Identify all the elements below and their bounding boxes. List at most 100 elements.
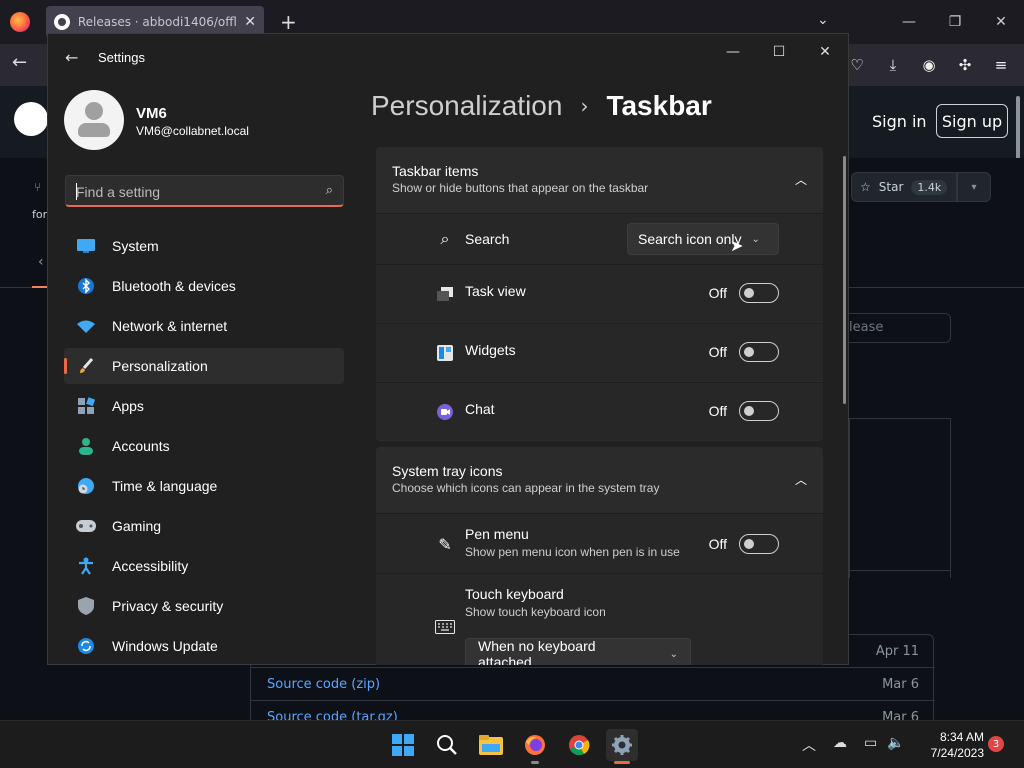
keyboard-icon [434, 616, 456, 638]
sign-in-link[interactable]: Sign in [872, 112, 927, 131]
firefox-taskbar-icon[interactable] [519, 729, 551, 761]
firefox-icon[interactable] [10, 12, 30, 32]
sidebar-item-label: Privacy & security [112, 598, 224, 614]
list-tabs-icon[interactable]: ⌄ [817, 12, 829, 28]
asset-link[interactable]: Source code (zip) [267, 677, 380, 692]
person-icon [76, 436, 96, 456]
breadcrumb-separator: › [580, 94, 589, 118]
avatar[interactable] [64, 90, 124, 150]
github-logo-icon[interactable] [14, 102, 48, 136]
close-icon[interactable]: ✕ [978, 0, 1024, 44]
pen-menu-toggle[interactable] [739, 534, 779, 554]
windows-taskbar: ︿ ☁ ▭ 🔈 8:34 AM 7/24/2023 3 [0, 720, 1024, 768]
card-title: System tray icons [392, 463, 503, 479]
asset-date: Apr 11 [875, 643, 919, 659]
shield-icon [76, 596, 96, 616]
chrome-icon[interactable] [563, 729, 595, 761]
mouse-cursor-icon: ➤ [730, 236, 744, 255]
chevron-up-icon[interactable]: ︿ [802, 735, 816, 755]
toggle-state: Off [708, 536, 727, 552]
chevron-up-icon[interactable]: ︿ [795, 171, 807, 188]
sidebar-item-bluetooth[interactable]: Bluetooth & devices [64, 268, 344, 304]
release-panel [849, 418, 951, 578]
settings-search-box[interactable]: ⌕ [65, 175, 344, 207]
chat-toggle[interactable] [739, 401, 779, 421]
widgets-toggle[interactable] [739, 342, 779, 362]
clock-date: 7/24/2023 [930, 746, 984, 760]
star-icon: ☆ [860, 180, 871, 194]
file-explorer-icon[interactable] [475, 729, 507, 761]
start-icon[interactable] [387, 729, 419, 761]
download-icon[interactable]: ⤓ [882, 54, 904, 76]
apps-icon [76, 396, 96, 416]
sidebar-item-system[interactable]: System [64, 228, 344, 264]
notification-badge[interactable]: 3 [988, 736, 1004, 752]
star-dropdown-button[interactable]: ▾ [957, 172, 991, 202]
sidebar-item-privacy[interactable]: Privacy & security [64, 588, 344, 624]
system-tray-header[interactable]: System tray icons Choose which icons can… [376, 447, 823, 513]
cloud-offline-icon[interactable]: ☁ [833, 735, 847, 751]
search-icon: ⌕ [440, 229, 450, 248]
row-label: Widgets [465, 342, 516, 358]
volume-icon[interactable]: 🔈 [887, 735, 904, 751]
touch-keyboard-dropdown[interactable]: When no keyboard attached ⌄ [465, 638, 691, 665]
sign-up-button[interactable]: Sign up [936, 104, 1008, 138]
minimize-icon[interactable]: — [886, 0, 932, 44]
search-mode-dropdown[interactable]: Search icon only ⌄ [627, 223, 779, 255]
back-arrow-icon[interactable]: ← [65, 48, 78, 67]
sidebar-item-accessibility[interactable]: Accessibility [64, 548, 344, 584]
pocket-icon[interactable]: ♡ [846, 54, 868, 76]
sidebar-item-label: Apps [112, 398, 144, 414]
row-description: Show touch keyboard icon [465, 605, 606, 619]
minimize-icon[interactable]: — [710, 36, 756, 68]
taskbar-items-header[interactable]: Taskbar items Show or hide buttons that … [376, 147, 823, 213]
running-indicator [531, 761, 539, 764]
search-icon[interactable]: ⌕ [326, 183, 333, 198]
new-tab-button[interactable]: + [280, 10, 297, 34]
breadcrumb-parent[interactable]: Personalization [371, 90, 562, 122]
sidebar-item-gaming[interactable]: Gaming [64, 508, 344, 544]
active-indicator [614, 761, 630, 764]
clock[interactable]: 8:34 AM 7/24/2023 [910, 729, 984, 761]
sidebar-item-personalization[interactable]: Personalization [64, 348, 344, 384]
toggle-state: Off [708, 285, 727, 301]
taskbar-items-card: Taskbar items Show or hide buttons that … [376, 147, 823, 441]
star-button[interactable]: ☆ Star 1.4k [851, 172, 957, 202]
settings-taskbar-icon[interactable] [606, 729, 638, 761]
close-icon[interactable]: ✕ [802, 36, 848, 68]
asset-row[interactable]: Source code (zip) Mar 6 [251, 668, 935, 701]
release-search-input[interactable]: lease [838, 313, 951, 343]
menu-icon[interactable]: ≡ [990, 54, 1012, 76]
card-title: Taskbar items [392, 163, 479, 179]
settings-nav: System Bluetooth & devices Network & int… [64, 228, 344, 668]
settings-window: ← Settings — ☐ ✕ VM6 VM6@collabnet.local… [47, 33, 849, 665]
fork-text: for [32, 208, 48, 221]
task-view-row: Task view Off [376, 264, 823, 322]
sidebar-item-label: Accessibility [112, 558, 189, 574]
extensions-icon[interactable]: ✣ [954, 54, 976, 76]
user-name: VM6 [136, 105, 167, 122]
sidebar-item-windows-update[interactable]: Windows Update [64, 628, 344, 664]
maximize-icon[interactable]: ☐ [756, 36, 802, 68]
widgets-row: Widgets Off [376, 323, 823, 381]
sidebar-item-network[interactable]: Network & internet [64, 308, 344, 344]
restore-icon[interactable]: ❐ [932, 0, 978, 44]
tab-close-icon[interactable]: ✕ [244, 14, 256, 30]
network-icon[interactable]: ▭ [864, 735, 877, 751]
sidebar-item-accounts[interactable]: Accounts [64, 428, 344, 464]
divider [849, 570, 951, 571]
account-icon[interactable]: ◉ [918, 54, 940, 76]
search-input[interactable] [76, 182, 306, 202]
task-view-toggle[interactable] [739, 283, 779, 303]
browser-back-icon[interactable]: ← [12, 52, 27, 73]
dropdown-value: Search icon only [638, 231, 742, 247]
sidebar-item-apps[interactable]: Apps [64, 388, 344, 424]
accessibility-icon [76, 556, 96, 576]
settings-scrollbar[interactable] [843, 156, 846, 404]
chevron-left-icon[interactable]: ‹ [38, 254, 44, 270]
settings-title: Settings [98, 50, 145, 65]
sidebar-item-time-language[interactable]: Time & language [64, 468, 344, 504]
clock-time: 8:34 AM [939, 730, 984, 744]
chevron-up-icon[interactable]: ︿ [795, 471, 807, 488]
search-icon[interactable] [431, 729, 463, 761]
